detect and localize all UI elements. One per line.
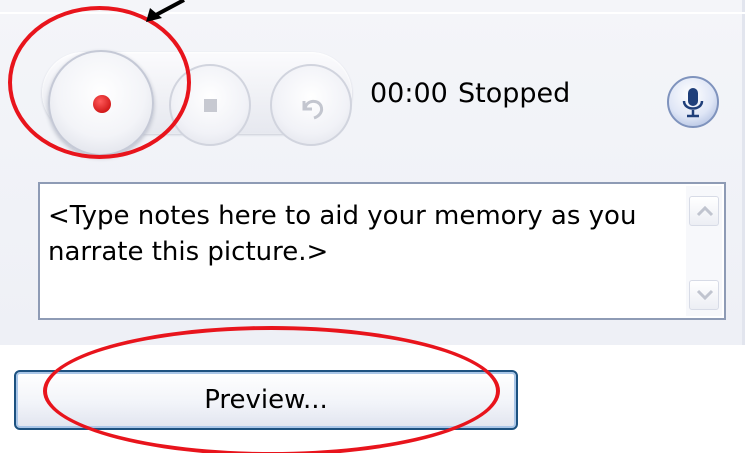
annotation-ellipse-preview [43, 326, 500, 453]
narration-window: 00:00 Stopped <Type notes here to aid yo… [0, 0, 745, 453]
notes-placeholder: <Type notes here to aid your memory as y… [48, 201, 637, 267]
undo-icon [302, 99, 324, 120]
chevron-down-icon [696, 289, 714, 301]
stop-icon [204, 99, 217, 112]
elapsed-time: 00:00 [370, 78, 448, 109]
microphone-button[interactable] [667, 76, 719, 128]
scroll-down-button[interactable] [689, 280, 719, 310]
scroll-up-button[interactable] [689, 196, 719, 226]
recording-status: Stopped [458, 78, 571, 109]
annotation-circle-record [8, 6, 191, 159]
notes-textarea[interactable]: <Type notes here to aid your memory as y… [38, 182, 726, 320]
microphone-icon [682, 88, 704, 118]
undo-button[interactable] [270, 64, 352, 146]
notes-scrollbar[interactable] [686, 186, 722, 316]
chevron-up-icon [696, 205, 714, 217]
annotation-arrow-icon [146, 0, 185, 22]
